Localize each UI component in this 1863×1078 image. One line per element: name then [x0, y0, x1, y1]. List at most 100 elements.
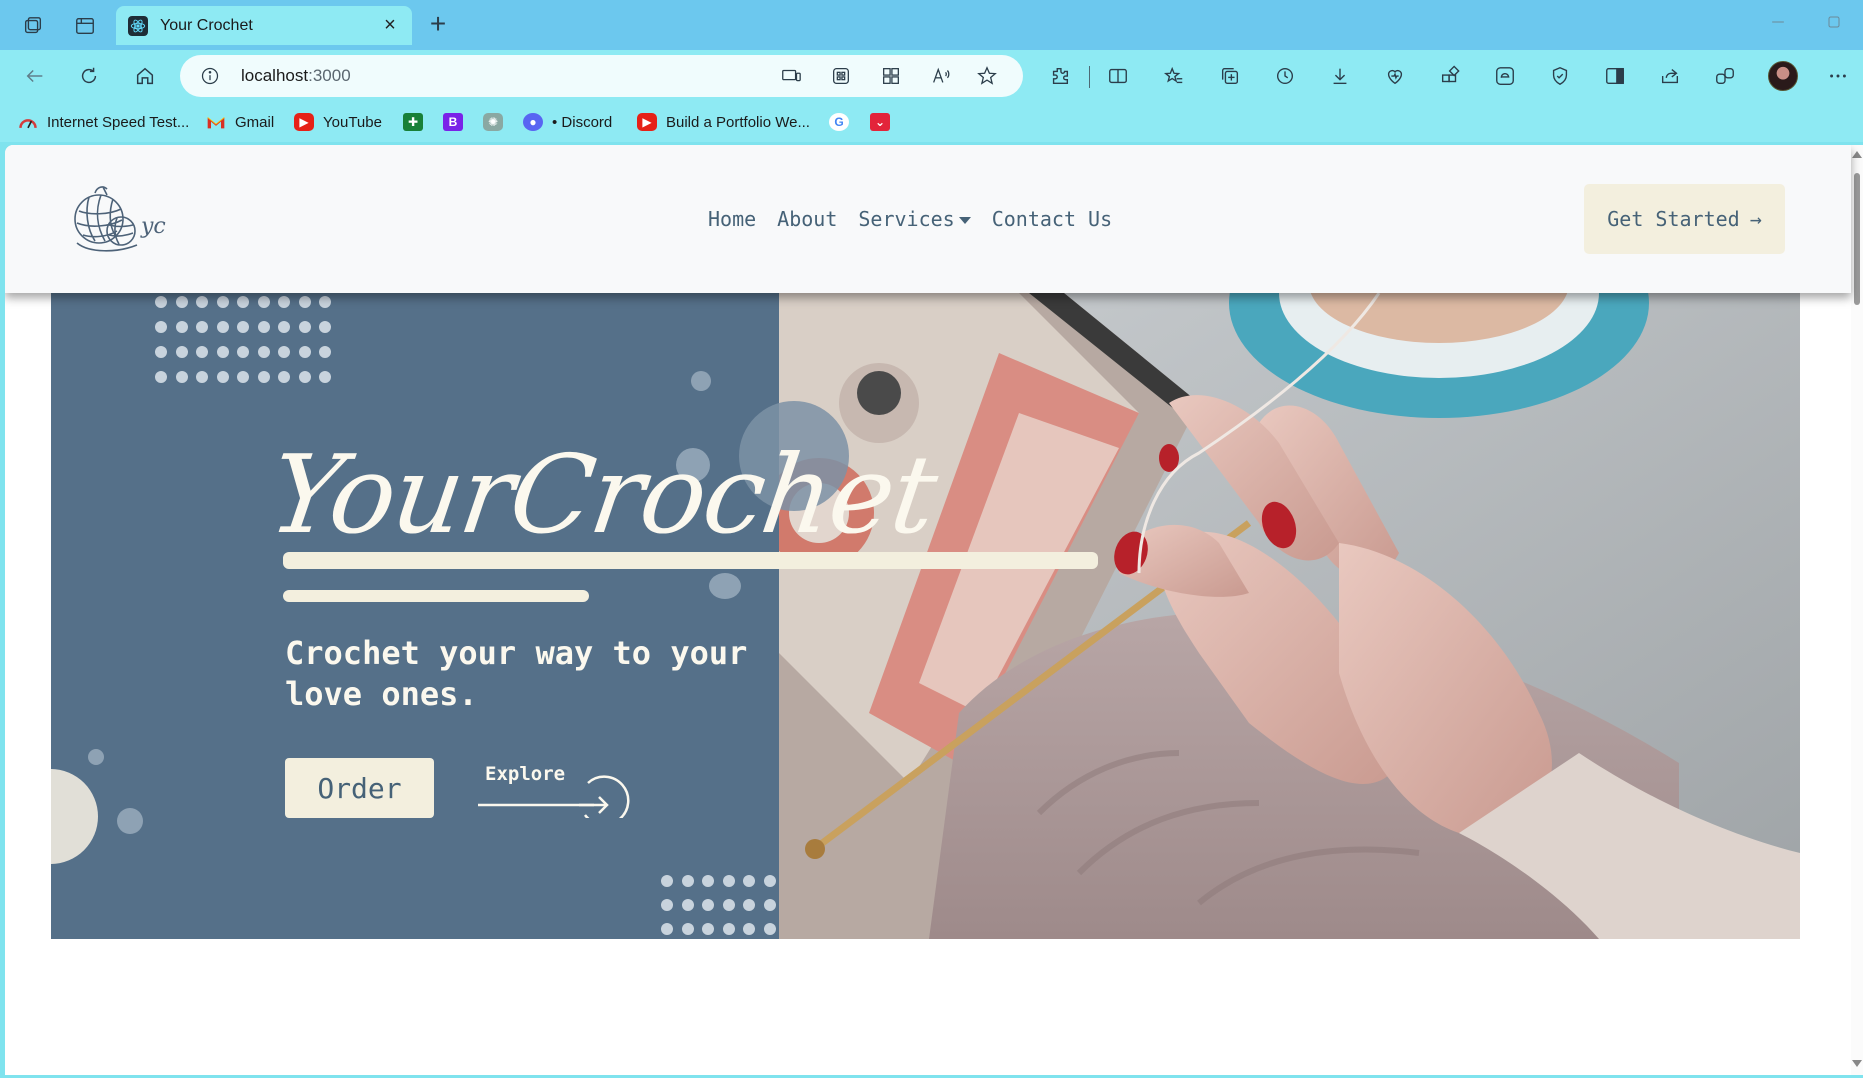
new-tab-button[interactable]: + — [424, 8, 452, 39]
sidebar-toggle-icon[interactable] — [1603, 64, 1627, 88]
bookmark-label: YouTube — [323, 113, 382, 131]
decor-dot — [661, 899, 673, 911]
bookmark-pocket[interactable]: ⌄ — [870, 111, 899, 133]
bookmark-google[interactable]: G — [829, 111, 858, 133]
decor-dot — [763, 899, 776, 911]
decor-dot — [661, 923, 673, 935]
decor-dot — [196, 346, 208, 358]
favorite-star-icon[interactable] — [976, 65, 998, 87]
scroll-down-arrow-icon[interactable] — [1852, 1060, 1862, 1067]
bookmark-discord[interactable]: ● • Discord — [523, 111, 612, 133]
explore-link[interactable]: Explore — [476, 763, 646, 818]
nav-services-dropdown[interactable]: Services — [858, 207, 971, 231]
bookmark-google-sheets[interactable]: ✚ — [403, 111, 432, 133]
decor-dot — [298, 296, 311, 308]
get-started-button[interactable]: Get Started → — [1584, 184, 1785, 254]
google-sheets-icon: ✚ — [403, 113, 423, 131]
gmail-icon — [206, 113, 226, 131]
decor-dot — [216, 371, 229, 383]
decor-dot — [681, 923, 694, 935]
decor-circle — [709, 573, 741, 599]
bookmark-youtube[interactable]: ▶ YouTube — [294, 111, 382, 133]
browser-essentials-icon[interactable] — [1383, 64, 1407, 88]
title-underline-short — [283, 590, 589, 602]
logo-text: yc — [140, 214, 166, 239]
address-bar[interactable]: localhost:3000 — [180, 55, 1023, 97]
profile-avatar[interactable] — [1768, 61, 1798, 91]
collections-icon[interactable] — [1218, 64, 1242, 88]
share-icon[interactable] — [1658, 64, 1682, 88]
decor-dot — [319, 346, 331, 358]
decor-dot — [196, 371, 208, 383]
app-grid-icon[interactable] — [830, 65, 852, 87]
order-button[interactable]: Order — [285, 758, 434, 818]
apps-icon[interactable] — [1438, 64, 1462, 88]
read-aloud-icon[interactable] — [930, 65, 952, 87]
workspaces-icon[interactable] — [20, 13, 46, 39]
bookmarks-bar: Internet Speed Test... Gmail ▶ YouTube ✚ … — [0, 102, 1863, 142]
decor-dot — [722, 875, 735, 887]
close-tab-icon[interactable]: × — [380, 14, 400, 37]
split-screen-icon[interactable] — [1106, 64, 1130, 88]
bookmark-bootstrap[interactable]: B — [443, 111, 472, 133]
decor-circle — [88, 749, 104, 765]
scroll-thumb[interactable] — [1854, 173, 1860, 305]
active-tab[interactable]: Your Crochet × — [116, 6, 412, 45]
downloads-icon[interactable] — [1328, 64, 1352, 88]
decor-dot — [278, 321, 290, 333]
tab-actions-icon[interactable] — [72, 13, 98, 39]
more-options-icon[interactable] — [1826, 64, 1850, 88]
yarn-ball-logo-icon[interactable]: yc — [67, 181, 177, 257]
nav-links: Home About Services Contact Us — [708, 207, 1112, 231]
minimize-window-icon[interactable] — [1768, 12, 1788, 32]
nav-home[interactable]: Home — [708, 207, 756, 231]
decor-dot — [763, 923, 776, 935]
decor-dot — [216, 321, 229, 333]
extensions-puzzle-icon[interactable] — [1048, 64, 1072, 88]
security-icon[interactable] — [1548, 64, 1572, 88]
copilot-icon[interactable] — [1713, 64, 1737, 88]
page-viewport: yc Home About Services Contact Us Get St… — [5, 145, 1863, 1075]
favorites-icon[interactable] — [1162, 64, 1186, 88]
decor-dot — [278, 371, 290, 383]
decor-dot — [681, 899, 694, 911]
url-text[interactable]: localhost:3000 — [241, 66, 351, 86]
dot-pattern-bottom — [661, 875, 776, 935]
device-icon[interactable] — [780, 65, 802, 87]
bookmark-build-portfolio[interactable]: ▶ Build a Portfolio We... — [637, 111, 810, 133]
edge-copilot-icon[interactable] — [1493, 64, 1517, 88]
back-icon[interactable] — [22, 63, 48, 89]
knitting-hands-photo — [779, 293, 1800, 939]
bookmark-speed-test[interactable]: Internet Speed Test... — [18, 111, 189, 133]
chatgpt-icon: ✺ — [483, 113, 503, 131]
decor-dot — [298, 321, 311, 333]
bookmark-label: Internet Speed Test... — [47, 113, 190, 131]
home-icon[interactable] — [132, 63, 158, 89]
scroll-up-arrow-icon[interactable] — [1852, 151, 1862, 158]
decor-dot — [298, 346, 311, 358]
decor-dot — [155, 321, 167, 333]
get-started-label: Get Started — [1607, 207, 1740, 231]
url-host: localhost — [241, 66, 309, 85]
decor-dot — [298, 371, 311, 383]
decor-dot — [743, 923, 755, 935]
bookmark-chatgpt[interactable]: ✺ — [483, 111, 512, 133]
bookmark-gmail[interactable]: Gmail — [206, 111, 274, 133]
nav-contact-us[interactable]: Contact Us — [992, 207, 1112, 231]
refresh-icon[interactable] — [76, 63, 102, 89]
bootstrap-icon: B — [443, 113, 463, 131]
history-icon[interactable] — [1273, 64, 1297, 88]
decor-dot — [175, 346, 188, 358]
decor-dot — [155, 296, 167, 308]
site-info-icon[interactable] — [200, 66, 220, 86]
page-scrollbar[interactable] — [1851, 145, 1863, 1075]
pocket-icon: ⌄ — [870, 113, 890, 131]
decor-dot — [661, 875, 673, 887]
dot-pattern-top — [155, 296, 331, 383]
decor-dot — [257, 346, 270, 358]
extensions-app-icon[interactable] — [880, 65, 902, 87]
decor-dot — [763, 875, 776, 887]
title-underline — [283, 552, 1098, 569]
maximize-window-icon[interactable] — [1824, 12, 1844, 32]
nav-about[interactable]: About — [777, 207, 837, 231]
